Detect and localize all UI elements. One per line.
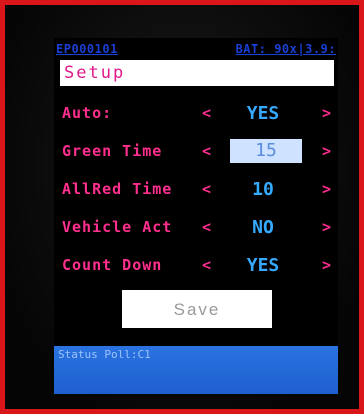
battery-status: BAT: 90x|3.9: [235,42,336,56]
setting-value[interactable]: YES [222,103,304,124]
status-text: Status Poll:C1 [58,348,151,361]
decrease-arrow[interactable]: < [202,180,211,198]
setting-row-count-down: Count Down < YES > [62,250,334,280]
setting-label: Vehicle Act [62,218,173,236]
decrease-arrow[interactable]: < [202,104,211,122]
decrease-arrow[interactable]: < [202,142,211,160]
page-title: Setup [60,60,334,86]
setting-row-auto: Auto: < YES > [62,98,334,128]
decrease-arrow[interactable]: < [202,218,211,236]
increase-arrow[interactable]: > [322,256,331,274]
setting-label: Count Down [62,256,163,274]
increase-arrow[interactable]: > [322,142,331,160]
setting-row-vehicle-act: Vehicle Act < NO > [62,212,334,242]
setting-value[interactable]: YES [222,255,304,276]
setting-row-green-time: Green Time < 15 > [62,136,334,166]
lcd-screen: EP000101 BAT: 90x|3.9: Setup Auto: < YES… [54,38,338,394]
setting-value-selected[interactable]: 15 [230,139,302,163]
device-id: EP000101 [56,42,118,56]
status-bar: Status Poll:C1 [54,346,338,394]
header-bar: EP000101 BAT: 90x|3.9: [56,40,336,58]
save-button[interactable]: Save [122,290,272,328]
setting-value[interactable]: 10 [222,179,304,200]
decrease-arrow[interactable]: < [202,256,211,274]
setting-row-allred-time: AllRed Time < 10 > [62,174,334,204]
setting-label: AllRed Time [62,180,173,198]
increase-arrow[interactable]: > [322,104,331,122]
increase-arrow[interactable]: > [322,218,331,236]
setting-label: Auto: [62,104,113,122]
setting-label: Green Time [62,142,163,160]
increase-arrow[interactable]: > [322,180,331,198]
setting-value[interactable]: NO [222,217,304,238]
